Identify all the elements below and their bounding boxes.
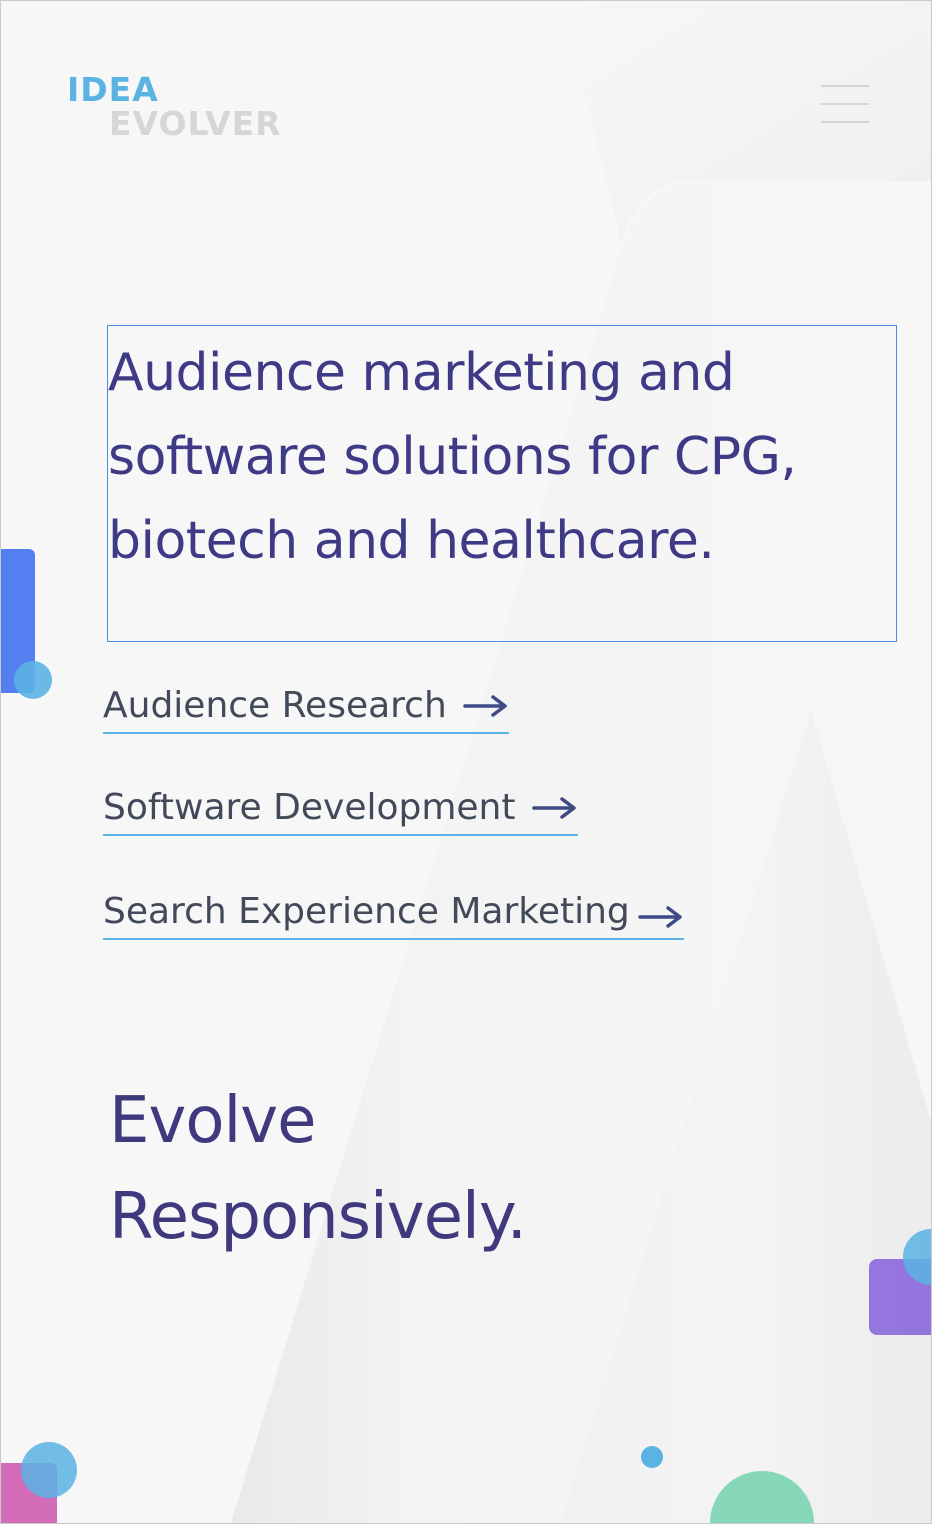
search-experience-marketing-label: Search Experience Marketing bbox=[103, 891, 630, 932]
search-experience-marketing-link[interactable]: Search Experience Marketing bbox=[103, 891, 684, 940]
hamburger-line bbox=[821, 85, 869, 87]
cyan-circle-bottom-left bbox=[21, 1442, 77, 1498]
cyan-dot bbox=[641, 1446, 663, 1468]
tagline-line-2: Responsively. bbox=[109, 1180, 527, 1254]
software-development-label: Software Development bbox=[103, 787, 516, 828]
tagline-line-1: Evolve bbox=[109, 1084, 316, 1158]
arrow-right-icon bbox=[463, 694, 507, 717]
audience-research-link[interactable]: Audience Research bbox=[103, 685, 509, 734]
background-decoration bbox=[1, 1, 931, 1523]
page: IDEA EVOLVER Audience marketing and soft… bbox=[0, 0, 932, 1524]
tagline: Evolve Responsively. bbox=[109, 1073, 527, 1265]
software-development-link[interactable]: Software Development bbox=[103, 787, 578, 836]
arrow-right-icon bbox=[638, 905, 682, 928]
audience-research-label: Audience Research bbox=[103, 685, 447, 726]
cyan-circle-left bbox=[14, 661, 52, 699]
hamburger-icon[interactable] bbox=[821, 85, 869, 125]
logo-evolver-text: EVOLVER bbox=[109, 104, 282, 143]
hamburger-line bbox=[821, 103, 869, 105]
hamburger-line bbox=[821, 121, 869, 123]
hero-headline: Audience marketing and software solution… bbox=[108, 343, 797, 571]
logo[interactable]: IDEA EVOLVER bbox=[67, 71, 297, 147]
arrow-right-icon bbox=[531, 796, 576, 819]
